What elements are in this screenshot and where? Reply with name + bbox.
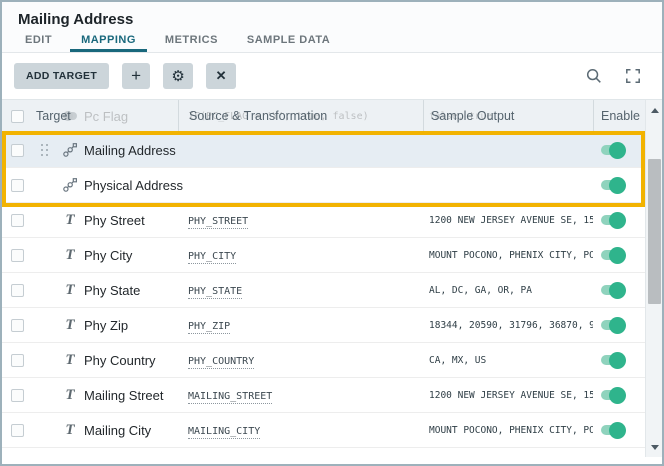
table-row[interactable]: T Phy State PHY_STATE AL, DC, GA, OR, PA — [2, 273, 645, 308]
page-title: Mailing Address — [18, 11, 646, 28]
scrollbar-thumb[interactable] — [648, 159, 661, 304]
row-enable-toggle[interactable] — [601, 320, 624, 330]
maximize-icon[interactable] — [626, 69, 640, 83]
row-enable-toggle[interactable] — [601, 425, 624, 435]
text-type-icon: T — [65, 213, 74, 228]
row-sample-output: AL, DC, GA, OR, PA — [423, 285, 593, 296]
row-source-link[interactable]: MAILING_STREET — [188, 391, 272, 404]
table-row[interactable]: T Phy Street PHY_STREET 1200 NEW JERSEY … — [2, 203, 645, 238]
column-header-source: Source & Transformation — [178, 100, 423, 132]
mapping-panel: Mailing Address EDIT MAPPING METRICS SAM… — [0, 0, 664, 466]
row-enable-toggle[interactable] — [601, 355, 624, 365]
link-icon — [62, 177, 78, 193]
row-sample-output: MOUNT POCONO, PHENIX CITY, PO — [423, 250, 593, 261]
table-header: Pc Flag IF(PC_FLAG = 'Y', true, false) f… — [2, 100, 645, 133]
row-enable-toggle[interactable] — [601, 215, 624, 225]
table-row[interactable]: T Phy Zip PHY_ZIP 18344, 20590, 31796, 3… — [2, 308, 645, 343]
table-row[interactable]: T Mailing Street MAILING_STREET 1200 NEW… — [2, 378, 645, 413]
row-target-label: Phy State — [84, 283, 178, 298]
row-sample-output: CA, MX, US — [423, 355, 593, 366]
row-source-link[interactable]: PHY_COUNTRY — [188, 356, 254, 369]
row-source-link[interactable]: PHY_STREET — [188, 216, 248, 229]
row-checkbox[interactable] — [11, 389, 24, 402]
row-checkbox[interactable] — [11, 249, 24, 262]
scroll-down-arrow[interactable] — [646, 439, 663, 455]
row-checkbox[interactable] — [11, 424, 24, 437]
mapping-table: Pc Flag IF(PC_FLAG = 'Y', true, false) f… — [2, 100, 662, 457]
row-target-label: Phy Street — [84, 213, 178, 228]
delete-button[interactable]: ✕ — [206, 63, 236, 89]
mapping-toolbar: ADD TARGET + ⚙ ✕ — [2, 53, 662, 100]
top-band: Mailing Address EDIT MAPPING METRICS SAM… — [2, 2, 662, 53]
tab-mapping[interactable]: MAPPING — [70, 34, 147, 52]
row-checkbox[interactable] — [11, 144, 24, 157]
add-field-button[interactable]: + — [122, 63, 150, 89]
text-type-icon: T — [65, 248, 74, 263]
row-checkbox[interactable] — [11, 179, 24, 192]
table-row[interactable]: T Phy City PHY_CITY MOUNT POCONO, PHENIX… — [2, 238, 645, 273]
text-type-icon: T — [65, 353, 74, 368]
text-type-icon: T — [65, 388, 74, 403]
text-type-icon: T — [65, 283, 74, 298]
row-enable-toggle[interactable] — [601, 250, 624, 260]
row-enable-toggle[interactable] — [601, 180, 624, 190]
row-enable-toggle[interactable] — [601, 285, 624, 295]
drag-handle-icon[interactable] — [41, 144, 48, 156]
table-row[interactable]: T Phy Country PHY_COUNTRY CA, MX, US — [2, 343, 645, 378]
row-sample-output: 1200 NEW JERSEY AVENUE SE, 15 — [423, 215, 593, 226]
table-row[interactable]: T Mailing City MAILING_CITY MOUNT POCONO… — [2, 413, 645, 448]
search-icon[interactable] — [586, 68, 602, 84]
column-header-target: Target — [32, 109, 178, 123]
tab-edit[interactable]: EDIT — [14, 34, 63, 52]
vertical-scrollbar[interactable] — [645, 100, 662, 457]
column-header-enable: Enable — [593, 100, 645, 132]
tab-bar: EDIT MAPPING METRICS SAMPLE DATA — [2, 32, 662, 53]
row-source-link[interactable]: MAILING_CITY — [188, 426, 260, 439]
row-target-label: Physical Address — [84, 178, 178, 193]
row-source-link[interactable]: PHY_STATE — [188, 286, 242, 299]
row-checkbox[interactable] — [11, 284, 24, 297]
row-source-link[interactable]: PHY_ZIP — [188, 321, 230, 334]
tab-metrics[interactable]: METRICS — [154, 34, 229, 52]
row-sample-output: 1200 NEW JERSEY AVENUE SE, 15 — [423, 390, 593, 401]
settings-button[interactable]: ⚙ — [163, 63, 193, 89]
text-type-icon: T — [65, 423, 74, 438]
tab-sample-data[interactable]: SAMPLE DATA — [236, 34, 341, 52]
row-source-link[interactable]: PHY_CITY — [188, 251, 236, 264]
select-all-checkbox[interactable] — [11, 110, 24, 123]
column-header-sample: Sample Output — [423, 100, 593, 132]
row-target-label: Mailing Address — [84, 143, 178, 158]
row-checkbox[interactable] — [11, 354, 24, 367]
scroll-up-arrow[interactable] — [646, 102, 663, 118]
row-checkbox[interactable] — [11, 319, 24, 332]
text-type-icon: T — [65, 318, 74, 333]
row-checkbox[interactable] — [11, 214, 24, 227]
table-body: T Mailing Address T Physical Address — [2, 133, 645, 448]
table-row[interactable]: T Mailing Address — [2, 133, 645, 168]
row-enable-toggle[interactable] — [601, 390, 624, 400]
row-enable-toggle[interactable] — [601, 145, 624, 155]
row-sample-output: 18344, 20590, 31796, 36870, 9 — [423, 320, 593, 331]
row-target-label: Phy City — [84, 248, 178, 263]
row-target-label: Mailing City — [84, 423, 178, 438]
link-icon — [62, 142, 78, 158]
row-target-label: Phy Country — [84, 353, 178, 368]
table-row[interactable]: T Physical Address — [2, 168, 645, 203]
add-target-button[interactable]: ADD TARGET — [14, 63, 109, 89]
row-target-label: Phy Zip — [84, 318, 178, 333]
row-target-label: Mailing Street — [84, 388, 178, 403]
row-sample-output: MOUNT POCONO, PHENIX CITY, PO — [423, 425, 593, 436]
